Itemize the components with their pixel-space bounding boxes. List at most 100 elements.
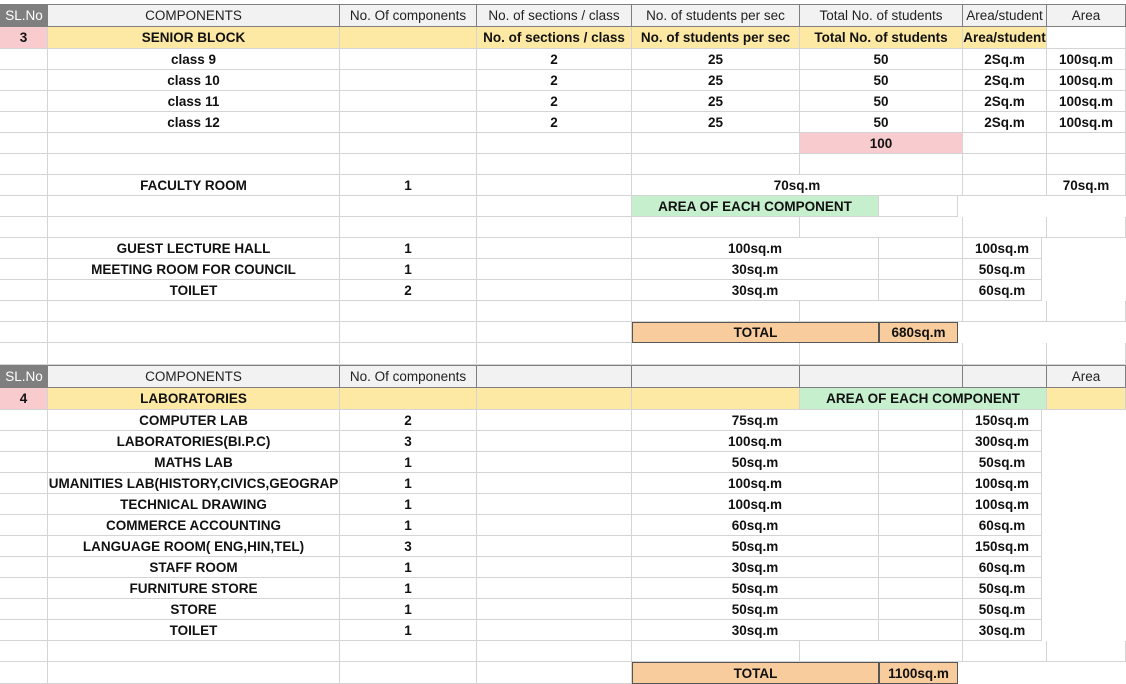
class-per-sec[interactable]: 25	[632, 49, 800, 70]
lab-each[interactable]: 30sq.m	[632, 620, 879, 641]
cell[interactable]	[477, 343, 632, 365]
class-sections[interactable]: 2	[477, 112, 632, 133]
lab-each[interactable]: 30sq.m	[632, 557, 879, 578]
class-name[interactable]: class 10	[48, 70, 340, 91]
cell[interactable]	[477, 494, 632, 515]
cell[interactable]	[1047, 133, 1126, 154]
lab-name[interactable]: STAFF ROOM	[48, 557, 340, 578]
cell[interactable]	[0, 515, 48, 536]
cell[interactable]	[48, 217, 340, 238]
cell[interactable]	[477, 238, 632, 259]
lab-count[interactable]: 1	[340, 599, 477, 620]
cell[interactable]	[879, 431, 963, 452]
cell[interactable]	[477, 473, 632, 494]
senior-area-empty[interactable]	[1047, 27, 1126, 49]
lab-each[interactable]: 50sq.m	[632, 599, 879, 620]
cell[interactable]	[0, 154, 48, 175]
room-count[interactable]: 1	[340, 259, 477, 280]
cell[interactable]	[879, 196, 958, 217]
cell[interactable]	[0, 322, 48, 343]
senior-sub-students[interactable]: No. of students per sec	[632, 27, 800, 49]
header-num-components[interactable]: No. Of components	[340, 4, 477, 27]
lab-count[interactable]: 2	[340, 410, 477, 431]
cell[interactable]	[477, 410, 632, 431]
cell[interactable]	[0, 301, 48, 322]
students-subtotal[interactable]: 100	[800, 133, 963, 154]
class-total[interactable]: 50	[800, 91, 963, 112]
cell[interactable]	[879, 557, 963, 578]
cell[interactable]	[477, 557, 632, 578]
senior-sub-area-student[interactable]: Area/student	[963, 27, 1047, 49]
labs-total-label[interactable]: TOTAL	[632, 662, 879, 684]
room-name[interactable]: TOILET	[48, 280, 340, 301]
cell[interactable]	[340, 154, 477, 175]
labs-sl[interactable]: 4	[0, 388, 48, 410]
cell[interactable]	[477, 322, 632, 343]
cell[interactable]	[879, 410, 963, 431]
class-sections[interactable]: 2	[477, 49, 632, 70]
cell[interactable]	[0, 175, 48, 196]
cell[interactable]	[477, 662, 632, 684]
cell[interactable]	[340, 112, 477, 133]
cell[interactable]	[340, 641, 477, 662]
labs-header-empty[interactable]	[800, 365, 963, 388]
cell[interactable]	[1047, 388, 1126, 410]
lab-count[interactable]: 1	[340, 578, 477, 599]
senior-total-label[interactable]: TOTAL	[632, 322, 879, 343]
labs-title[interactable]: LABORATORIES	[48, 388, 340, 410]
lab-each[interactable]: 100sq.m	[632, 431, 879, 452]
class-area-student[interactable]: 2Sq.m	[963, 112, 1047, 133]
cell[interactable]	[0, 133, 48, 154]
cell[interactable]	[48, 154, 340, 175]
lab-area[interactable]: 100sq.m	[963, 494, 1042, 515]
cell[interactable]	[477, 259, 632, 280]
cell[interactable]	[340, 133, 477, 154]
cell[interactable]	[340, 217, 477, 238]
cell[interactable]	[477, 154, 632, 175]
cell[interactable]	[0, 343, 48, 365]
area-each-label[interactable]: AREA OF EACH COMPONENT	[632, 196, 879, 217]
cell[interactable]	[632, 154, 800, 175]
cell[interactable]	[632, 301, 800, 322]
header-students-per-sec[interactable]: No. of students per sec	[632, 4, 800, 27]
cell[interactable]	[0, 91, 48, 112]
cell[interactable]	[477, 217, 632, 238]
cell[interactable]	[48, 322, 340, 343]
header-sl-no[interactable]: SL.No	[0, 4, 48, 27]
lab-area[interactable]: 50sq.m	[963, 599, 1042, 620]
cell[interactable]	[800, 301, 963, 322]
lab-count[interactable]: 1	[340, 620, 477, 641]
class-area[interactable]: 100sq.m	[1047, 70, 1126, 91]
lab-count[interactable]: 3	[340, 431, 477, 452]
cell[interactable]	[963, 641, 1047, 662]
cell[interactable]	[0, 578, 48, 599]
cell[interactable]	[879, 494, 963, 515]
header-components[interactable]: COMPONENTS	[48, 4, 340, 27]
cell[interactable]	[0, 410, 48, 431]
lab-name[interactable]: HUMANITIES LAB(HISTORY,CIVICS,GEOGRAPH	[48, 473, 340, 494]
faculty-area[interactable]: 70sq.m	[1047, 175, 1126, 196]
lab-name[interactable]: COMMERCE ACCOUNTING	[48, 515, 340, 536]
cell[interactable]	[340, 388, 477, 410]
class-name[interactable]: class 9	[48, 49, 340, 70]
class-total[interactable]: 50	[800, 112, 963, 133]
cell[interactable]	[963, 343, 1047, 365]
cell[interactable]	[963, 217, 1047, 238]
cell[interactable]	[0, 662, 48, 684]
cell[interactable]	[0, 494, 48, 515]
cell[interactable]	[477, 388, 632, 410]
cell[interactable]	[340, 196, 477, 217]
cell[interactable]	[1047, 301, 1126, 322]
cell[interactable]	[1047, 217, 1126, 238]
senior-sl[interactable]: 3	[0, 27, 48, 49]
cell[interactable]	[963, 154, 1047, 175]
cell[interactable]	[879, 620, 963, 641]
lab-name[interactable]: STORE	[48, 599, 340, 620]
cell[interactable]	[340, 70, 477, 91]
class-area-student[interactable]: 2Sq.m	[963, 49, 1047, 70]
cell[interactable]	[340, 301, 477, 322]
cell[interactable]	[477, 578, 632, 599]
lab-count[interactable]: 1	[340, 515, 477, 536]
faculty-each[interactable]: 70sq.m	[632, 175, 963, 196]
lab-count[interactable]: 1	[340, 494, 477, 515]
